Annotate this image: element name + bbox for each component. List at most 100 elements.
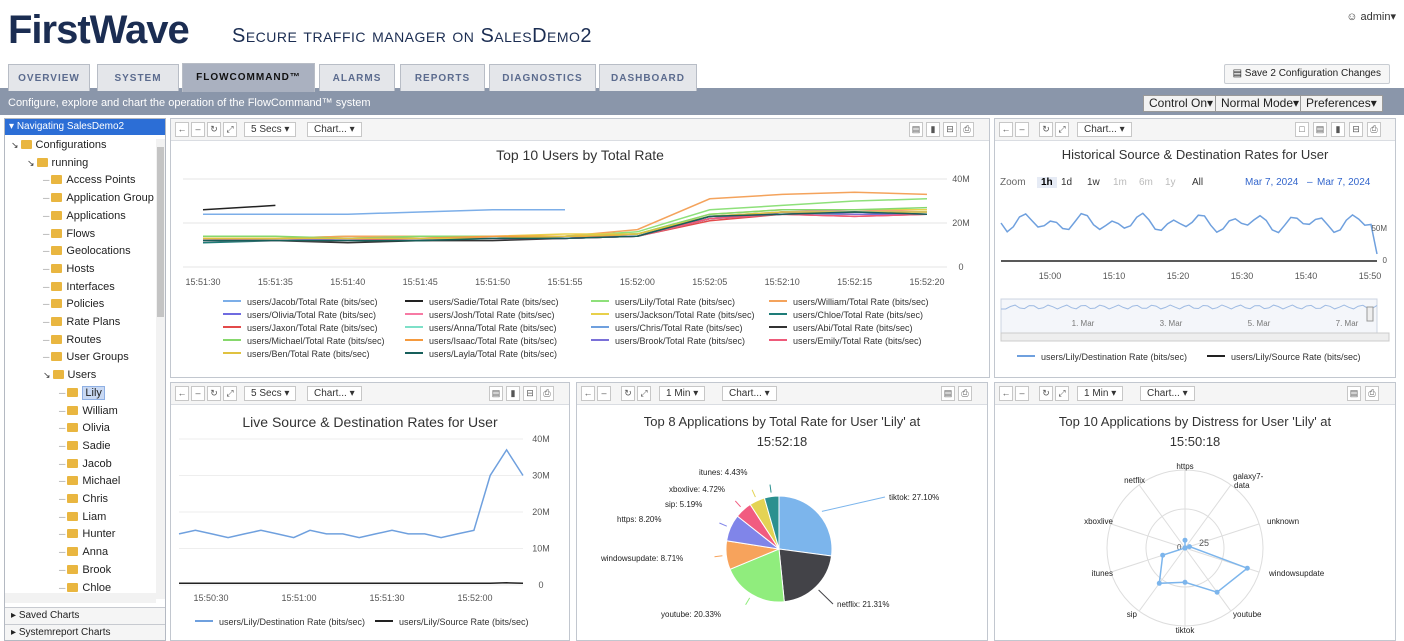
tree-item-access-points[interactable]: ─ Access Points — [43, 172, 135, 189]
legend-swatch — [223, 300, 241, 302]
tree-item-running[interactable]: ↘ running — [27, 155, 88, 172]
tree-item-olivia[interactable]: ─ Olivia — [59, 420, 110, 437]
tree-item-label: Policies — [66, 298, 105, 311]
legend-item[interactable]: users/Chloe/Total Rate (bits/sec) — [769, 310, 923, 320]
tree-item-application-group[interactable]: ─ Application Group — [43, 190, 154, 207]
preferences-dropdown[interactable]: Preferences▾ — [1300, 95, 1383, 112]
navigator-handle — [1366, 306, 1374, 322]
tree-item-users[interactable]: ↘ Users — [43, 367, 96, 384]
user-menu[interactable]: ☺ admin▾ — [1346, 10, 1396, 23]
legend-item[interactable]: users/Jaxon/Total Rate (bits/sec) — [223, 323, 378, 333]
legend-item[interactable]: users/Lily/Destination Rate (bits/sec) — [1017, 352, 1187, 362]
historical-rates-panel: ← – ↻ ⤢ Chart... ▾ □ ▤ ▮ ⊟ ⎙ Historical … — [994, 118, 1396, 378]
tab-alarms[interactable]: ALARMS — [319, 64, 395, 91]
tree-item-william[interactable]: ─ William — [59, 403, 118, 420]
nav-header[interactable]: ▾ Navigating SalesDemo2 — [5, 119, 165, 135]
radar-axis-label: youtube — [1233, 610, 1262, 619]
legend-item[interactable]: users/Jackson/Total Rate (bits/sec) — [591, 310, 755, 320]
legend-item[interactable]: users/William/Total Rate (bits/sec) — [769, 297, 929, 307]
radar-series — [1158, 540, 1249, 594]
tree-item-anna[interactable]: ─ Anna — [59, 544, 108, 561]
legend-item[interactable]: users/Olivia/Total Rate (bits/sec) — [223, 310, 376, 320]
legend-item[interactable]: users/Layla/Total Rate (bits/sec) — [405, 349, 557, 359]
tab-flowcommand[interactable]: FLOWCOMMAND™ — [182, 63, 315, 92]
legend-item[interactable]: users/Chris/Total Rate (bits/sec) — [591, 323, 743, 333]
tree-item-label: Application Group — [66, 192, 154, 205]
folder-icon — [20, 140, 32, 149]
legend-item[interactable]: users/Isaac/Total Rate (bits/sec) — [405, 336, 557, 346]
tree-item-hunter[interactable]: ─ Hunter — [59, 526, 115, 543]
tree-scrollbar-thumb[interactable] — [157, 147, 164, 317]
pie-label: youtube: 20.33% — [661, 610, 721, 619]
systemreport-charts-section[interactable]: ▸ Systemreport Charts — [5, 624, 165, 640]
y-tick-label: 50M — [1371, 224, 1387, 233]
tree-item-chris[interactable]: ─ Chris — [59, 491, 108, 508]
tree-item-jacob[interactable]: ─ Jacob — [59, 456, 112, 473]
tree-connector: ─ — [43, 281, 50, 292]
legend-item[interactable]: users/Sadie/Total Rate (bits/sec) — [405, 297, 559, 307]
legend-item[interactable]: users/Abi/Total Rate (bits/sec) — [769, 323, 913, 333]
legend-item[interactable]: users/Anna/Total Rate (bits/sec) — [405, 323, 557, 333]
legend-label: users/Lily/Destination Rate (bits/sec) — [219, 617, 366, 627]
legend-item[interactable]: users/Lily/Source Rate (bits/sec) — [375, 617, 529, 627]
tree-item-geolocations[interactable]: ─ Geolocations — [43, 243, 131, 260]
legend-label: users/Brook/Total Rate (bits/sec) — [615, 336, 746, 346]
folder-icon — [67, 440, 79, 450]
tree-item-user-groups[interactable]: ─ User Groups — [43, 349, 129, 366]
collapse-icon[interactable]: ↘ — [11, 140, 19, 150]
legend-item[interactable]: users/Lily/Source Rate (bits/sec) — [1207, 352, 1361, 362]
tree-item-liam[interactable]: ─ Liam — [59, 509, 106, 526]
series-line — [203, 209, 565, 215]
tree-connector: ─ — [59, 423, 66, 434]
tree-item-michael[interactable]: ─ Michael — [59, 473, 120, 490]
control-dropdown[interactable]: Control On▾ — [1143, 95, 1220, 112]
tree-item-policies[interactable]: ─ Policies — [43, 296, 104, 313]
legend-item[interactable]: users/Lily/Total Rate (bits/sec) — [591, 297, 735, 307]
legend-label: users/Michael/Total Rate (bits/sec) — [247, 336, 385, 346]
legend-item[interactable]: users/Brook/Total Rate (bits/sec) — [591, 336, 745, 346]
tree-item-interfaces[interactable]: ─ Interfaces — [43, 279, 115, 296]
mode-dropdown[interactable]: Normal Mode▾ — [1215, 95, 1306, 112]
tree-item-applications[interactable]: ─ Applications — [43, 208, 126, 225]
tab-dashboard[interactable]: DASHBOARD — [599, 64, 697, 91]
tree-item-label: User Groups — [66, 351, 129, 364]
tree-item-flows[interactable]: ─ Flows — [43, 226, 95, 243]
collapse-icon[interactable]: ↘ — [43, 370, 51, 380]
legend-item[interactable]: users/Jacob/Total Rate (bits/sec) — [223, 297, 378, 307]
legend-item[interactable]: users/Lily/Destination Rate (bits/sec) — [195, 617, 365, 627]
radar-axis-label: netflix — [1124, 476, 1145, 485]
legend-item[interactable]: users/Josh/Total Rate (bits/sec) — [405, 310, 555, 320]
radar-r-tick: 25 — [1199, 538, 1209, 548]
tree-item-sadie[interactable]: ─ Sadie — [59, 438, 111, 455]
legend-item[interactable]: users/Michael/Total Rate (bits/sec) — [223, 336, 385, 346]
tab-system[interactable]: SYSTEM — [97, 64, 179, 91]
tree-item-lily[interactable]: ─ Lily — [59, 385, 105, 402]
x-tick-label: 15:51:45 — [403, 277, 438, 287]
tab-diagnostics[interactable]: DIAGNOSTICS — [489, 64, 596, 91]
x-tick-label: 15:30 — [1231, 271, 1254, 281]
tree-item-rate-plans[interactable]: ─ Rate Plans — [43, 314, 120, 331]
legend-item[interactable]: users/Ben/Total Rate (bits/sec) — [223, 349, 370, 359]
tab-overview[interactable]: OVERVIEW — [8, 64, 90, 91]
tree-item-label: Anna — [82, 546, 109, 559]
radar-axis-label: xboxlive — [1084, 517, 1113, 526]
tree-item-configurations[interactable]: ↘ Configurations — [11, 137, 106, 154]
legend-item[interactable]: users/Emily/Total Rate (bits/sec) — [769, 336, 922, 346]
saved-charts-section[interactable]: ▸ Saved Charts — [5, 607, 165, 624]
tree-horizontal-scrollbar[interactable] — [5, 593, 156, 603]
legend-label: users/Chris/Total Rate (bits/sec) — [615, 323, 743, 333]
collapse-icon[interactable]: ↘ — [27, 158, 35, 168]
pie-chart: tiktok: 27.10% netflix: 21.31% youtube: 20… — [600, 468, 939, 619]
save-changes-button[interactable]: ▤ Save 2 Configuration Changes — [1223, 64, 1390, 84]
folder-icon — [51, 334, 63, 344]
tree-item-label: Liam — [82, 510, 107, 523]
legend-swatch — [1207, 355, 1225, 357]
tree-item-hosts[interactable]: ─ Hosts — [43, 261, 95, 278]
x-tick-label: 15:52:10 — [765, 277, 800, 287]
legend-swatch — [769, 339, 787, 341]
tree-item-brook[interactable]: ─ Brook — [59, 562, 111, 579]
tree-item-routes[interactable]: ─ Routes — [43, 332, 101, 349]
tab-reports[interactable]: REPORTS — [400, 64, 485, 91]
tree-item-label: Sadie — [82, 439, 111, 452]
tree-connector: ─ — [43, 193, 50, 204]
